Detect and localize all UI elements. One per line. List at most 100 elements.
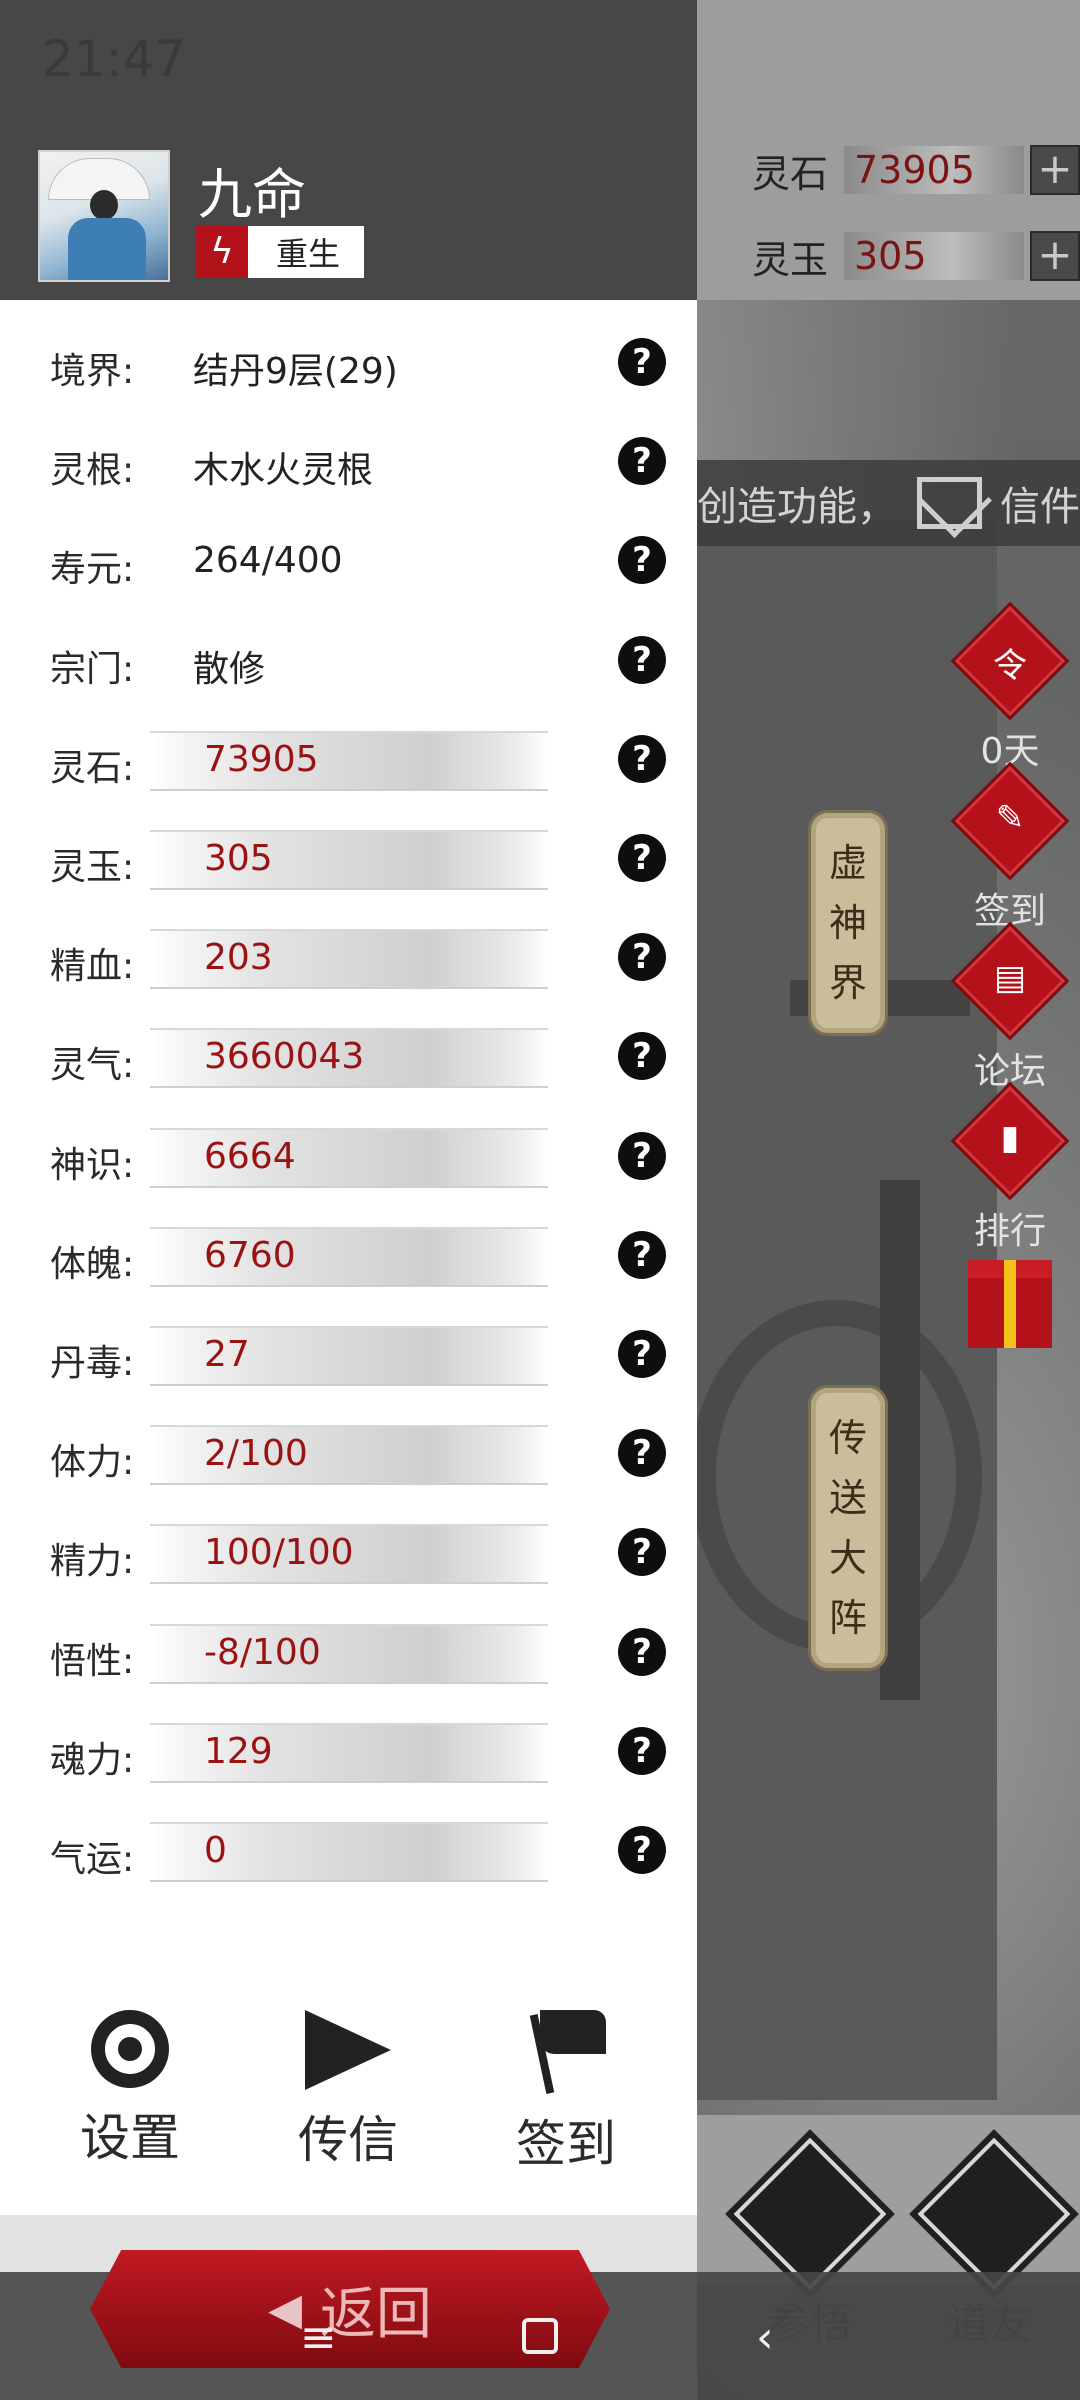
void-realm-char: 虚 — [828, 841, 867, 885]
help-icon[interactable]: ? — [618, 1528, 666, 1577]
spirit-jade-value: 305 — [844, 232, 1024, 280]
avatar[interactable] — [38, 150, 170, 282]
stat-value: 结丹9层(29) — [193, 351, 398, 392]
stat-value: 100/100 — [204, 1532, 354, 1574]
stat-row: 灵气: 3660043? — [0, 1028, 697, 1089]
rebirth-badge[interactable]: ϟ 重生 — [196, 226, 364, 278]
nav-home-icon[interactable] — [522, 2318, 558, 2354]
stat-value: 3660043 — [204, 1036, 365, 1078]
stat-row: 灵玉: 305? — [0, 830, 697, 890]
checkin-label: 签到 — [516, 2115, 616, 2173]
stat-row: 体力: 2/100? — [0, 1425, 697, 1486]
help-icon[interactable]: ? — [618, 338, 666, 386]
flag-icon — [526, 2010, 606, 2094]
send-icon — [305, 2010, 391, 2090]
player-info-drawer: 21:47 九命 ϟ 重生 境界: 结丹9层(29)? 灵根: 木水火灵根? 寿元: 26… — [0, 0, 697, 2400]
stat-label: 悟性: — [50, 1640, 135, 1682]
stat-value: 0 — [204, 1830, 227, 1871]
help-icon[interactable]: ? — [618, 1429, 666, 1478]
stat-label: 寿元: — [50, 549, 135, 591]
checkin-side-button[interactable]: ✎ 签到 — [954, 765, 1066, 934]
stat-row: 灵根: 木水火灵根? — [0, 433, 697, 493]
help-icon[interactable]: ? — [618, 933, 666, 982]
spirit-stone-value: 73905 — [844, 146, 1024, 194]
stat-label: 魂力: — [50, 1739, 135, 1781]
spirit-stone-plus-button[interactable]: + — [1030, 145, 1080, 195]
stat-value: -8/100 — [204, 1631, 321, 1673]
teleport-char: 送 — [828, 1476, 867, 1520]
settings-button[interactable]: 设置 — [50, 2010, 210, 2170]
stat-row: 灵石: 73905? — [0, 730, 697, 791]
stat-row: 悟性: -8/100? — [0, 1623, 697, 1684]
stat-value: 2/100 — [204, 1433, 308, 1475]
stat-label: 体魄: — [50, 1243, 135, 1285]
forum-button[interactable]: ▤ 论坛 — [954, 925, 1066, 1094]
spirit-stone-label: 灵石 — [752, 151, 829, 196]
stat-row: 丹毒: 27? — [0, 1326, 697, 1386]
stat-label: 神识: — [50, 1144, 135, 1186]
stat-value: 129 — [204, 1730, 273, 1772]
void-realm-char: 界 — [828, 961, 867, 1005]
stat-value: 305 — [204, 838, 273, 879]
stat-value: 木水火灵根 — [193, 450, 374, 492]
help-icon[interactable]: ? — [618, 1627, 666, 1676]
notice-banner[interactable]: 创造功能， 信件 — [697, 460, 1080, 546]
help-icon[interactable]: ? — [618, 635, 666, 684]
stat-value: 203 — [204, 937, 273, 979]
stat-label: 灵根: — [50, 450, 135, 492]
message-button[interactable]: 传信 — [268, 2010, 428, 2172]
void-realm-char: 神 — [828, 901, 867, 945]
stat-value: 27 — [204, 1334, 250, 1375]
help-icon[interactable]: ? — [618, 536, 666, 585]
order-button[interactable]: 令 0天 — [954, 605, 1066, 774]
ranking-button[interactable]: ▮ 排行 — [954, 1085, 1066, 1254]
drawer-header: 21:47 九命 ϟ 重生 — [0, 0, 697, 300]
stat-label: 精血: — [50, 946, 135, 988]
stat-label: 体力: — [50, 1442, 135, 1484]
help-icon[interactable]: ? — [618, 1131, 666, 1180]
stat-row: 精力: 100/100? — [0, 1524, 697, 1585]
status-bar-time: 21:47 — [42, 30, 187, 88]
help-icon[interactable]: ? — [618, 1726, 666, 1775]
rebirth-label: 重生 — [276, 235, 341, 273]
void-realm-tag[interactable]: 虚 神 界 — [808, 810, 888, 1036]
stat-row: 精血: 203? — [0, 929, 697, 990]
stat-label: 灵玉: — [50, 847, 135, 888]
stat-row: 神识: 6664? — [0, 1127, 697, 1188]
back-arrow-icon: ◀ — [268, 2283, 302, 2335]
help-icon[interactable]: ? — [618, 1826, 666, 1874]
teleport-array-tag[interactable]: 传 送 大 阵 — [808, 1385, 888, 1671]
teleport-char: 大 — [828, 1536, 867, 1580]
message-label: 传信 — [298, 2111, 398, 2169]
lightning-icon: ϟ — [196, 226, 248, 278]
stat-label: 灵气: — [50, 1045, 135, 1087]
notice-text: 创造功能， — [697, 484, 897, 530]
help-icon[interactable]: ? — [618, 834, 666, 882]
settings-label: 设置 — [80, 2109, 180, 2167]
stat-value: 264/400 — [193, 540, 343, 582]
spirit-jade-label: 灵玉 — [752, 237, 829, 282]
stat-row: 魂力: 129? — [0, 1722, 697, 1783]
checkin-button[interactable]: 签到 — [486, 2010, 646, 2176]
help-icon[interactable]: ? — [618, 437, 666, 486]
help-icon[interactable]: ? — [618, 1032, 666, 1081]
mail-icon — [917, 477, 982, 529]
stat-value: 散修 — [193, 648, 266, 690]
stat-label: 精力: — [50, 1541, 135, 1583]
help-icon[interactable]: ? — [618, 1330, 666, 1378]
nav-menu-icon[interactable]: ≡ — [300, 2312, 337, 2363]
help-icon[interactable]: ? — [618, 734, 666, 783]
spirit-jade-resource: 灵玉 305 + — [752, 231, 1080, 282]
stat-value: 73905 — [204, 738, 319, 780]
teleport-char: 阵 — [828, 1596, 867, 1640]
stat-value: 6760 — [204, 1234, 296, 1276]
spirit-jade-plus-button[interactable]: + — [1030, 231, 1080, 281]
mail-label: 信件 — [1000, 484, 1080, 530]
gift-icon[interactable] — [968, 1260, 1052, 1348]
nav-back-icon[interactable]: ‹ — [756, 2312, 774, 2363]
stat-row: 寿元: 264/400? — [0, 532, 697, 592]
stat-row: 气运: 0? — [0, 1822, 697, 1882]
stat-row: 宗门: 散修? — [0, 632, 697, 692]
help-icon[interactable]: ? — [618, 1230, 666, 1279]
teleport-char: 传 — [828, 1416, 867, 1460]
